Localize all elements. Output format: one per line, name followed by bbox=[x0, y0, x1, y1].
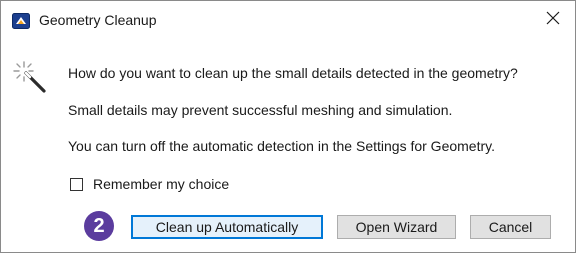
close-icon bbox=[546, 11, 560, 30]
magic-wand-icon bbox=[12, 60, 48, 96]
settings-hint-text: You can turn off the automatic detection… bbox=[68, 138, 495, 154]
close-button[interactable] bbox=[537, 5, 569, 35]
open-wizard-button[interactable]: Open Wizard bbox=[337, 215, 456, 239]
checkbox-box[interactable] bbox=[70, 177, 83, 191]
geometry-cleanup-dialog: Geometry Cleanup How do you want to clea… bbox=[0, 0, 576, 253]
cancel-button[interactable]: Cancel bbox=[470, 215, 551, 239]
remember-choice-checkbox[interactable]: Remember my choice bbox=[70, 176, 229, 192]
remember-choice-label: Remember my choice bbox=[93, 176, 230, 192]
step-number-badge: 2 bbox=[84, 211, 114, 241]
clean-up-automatically-button[interactable]: Clean up Automatically bbox=[131, 215, 323, 239]
title-bar: Geometry Cleanup bbox=[1, 1, 575, 39]
app-logo-icon bbox=[12, 13, 30, 29]
window-title: Geometry Cleanup bbox=[39, 12, 157, 28]
info-text: Small details may prevent successful mes… bbox=[68, 102, 453, 118]
question-text: How do you want to clean up the small de… bbox=[68, 65, 518, 81]
dialog-content: How do you want to clean up the small de… bbox=[1, 39, 575, 252]
